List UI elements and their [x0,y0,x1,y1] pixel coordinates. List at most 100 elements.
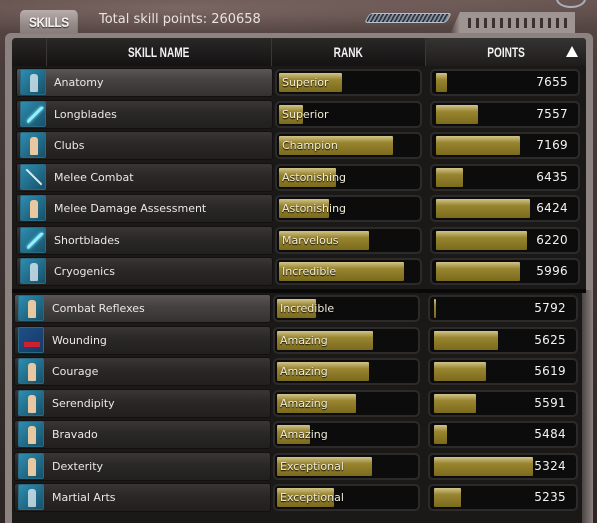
skill-name-cell[interactable]: Clubs [16,130,273,160]
tab-skills[interactable]: SKILLS [20,10,78,34]
points-cell: 6435 [430,163,580,191]
rank-label: Amazing [280,396,328,410]
points-cell: 5625 [428,326,578,354]
points-progress-bar [436,104,478,124]
skill-name: Melee Combat [54,170,134,184]
skill-name: Dexterity [52,459,104,473]
rank-cell: Amazing [273,389,420,417]
wounding-icon [18,327,44,353]
skill-name-cell[interactable]: Courage [14,356,271,386]
scrollbar-track[interactable] [582,290,593,523]
skill-name: Melee Damage Assessment [54,201,207,215]
skill-name: Clubs [54,138,85,152]
courage-icon [18,358,44,384]
damage-assessment-icon [20,195,46,221]
skill-row[interactable]: Cryogenics Incredible 5996 [16,256,580,286]
skill-name-cell[interactable]: Longblades [16,99,273,129]
header-icon-column [12,38,47,66]
points-cell: 7169 [430,131,580,159]
points-cell: 7655 [430,68,580,96]
skill-name: Anatomy [54,75,104,89]
skill-name-cell[interactable]: Martial Arts [14,482,271,512]
rank-cell: Exceptional [273,452,420,480]
sort-ascending-icon[interactable] [566,46,578,57]
rank-cell: Incredible [273,294,420,322]
rank-label: Superior [282,75,329,89]
points-cell: 6424 [430,194,580,222]
total-skill-points: Total skill points: 260658 [99,12,261,27]
rank-label: Amazing [280,364,328,378]
skill-row[interactable]: Longblades Superior 7557 [16,99,580,129]
melee-combat-icon [20,164,46,190]
skill-name-cell[interactable]: Anatomy [16,67,273,97]
skill-row[interactable]: Courage Amazing 5619 [14,356,578,386]
skill-name: Bravado [52,427,98,441]
points-value: 5996 [536,264,568,278]
rank-label: Marvelous [282,233,339,247]
points-progress-bar [436,72,448,92]
skill-name-cell[interactable]: Combat Reflexes [14,293,271,323]
rank-label: Superior [282,107,329,121]
column-header-skill-name[interactable]: SKILL NAME [47,38,272,66]
skill-row[interactable]: Anatomy Superior 7655 [16,67,580,97]
skill-row[interactable]: Bravado Amazing 5484 [14,419,578,449]
skill-row[interactable]: Wounding Amazing 5625 [14,325,578,355]
skill-name-cell[interactable]: Cryogenics [16,256,273,286]
cryogenics-icon [20,258,46,284]
rank-cell: Amazing [273,420,420,448]
decorative-grille [364,13,452,23]
skill-name: Shortblades [54,233,120,247]
skill-name: Wounding [52,333,107,347]
rank-cell: Incredible [275,257,422,285]
rank-label: Astonishing [282,170,347,184]
skill-row[interactable]: Clubs Champion 7169 [16,130,580,160]
points-value: 5591 [534,396,566,410]
skill-name-cell[interactable]: Shortblades [16,225,273,255]
rank-label: Exceptional [280,459,344,473]
rank-label: Amazing [280,427,328,441]
skill-row[interactable]: Martial Arts Exceptional 5235 [14,482,578,512]
dexterity-icon [18,453,44,479]
rank-label: Astonishing [282,201,347,215]
rank-label: Incredible [282,264,337,278]
skill-name: Cryogenics [54,264,115,278]
points-progress-bar [434,487,461,507]
skill-row[interactable]: Melee Damage Assessment Astonishing 6424 [16,193,580,223]
points-value: 6220 [536,233,568,247]
skill-name: Martial Arts [52,490,116,504]
skill-name: Combat Reflexes [52,301,145,315]
skill-row[interactable]: Shortblades Marvelous 6220 [16,225,580,255]
points-value: 7655 [536,75,568,89]
points-progress-bar [434,298,436,318]
points-cell: 5235 [428,483,578,511]
points-value: 7169 [536,138,568,152]
skill-name-cell[interactable]: Dexterity [14,451,271,481]
skill-row[interactable]: Serendipity Amazing 5591 [14,388,578,418]
skill-name-cell[interactable]: Bravado [14,419,271,449]
skill-name-cell[interactable]: Serendipity [14,388,271,418]
skill-name-cell[interactable]: Melee Damage Assessment [16,193,273,223]
bravado-icon [18,421,44,447]
rank-label: Amazing [280,333,328,347]
column-header-points[interactable]: POINTS [426,38,586,66]
skill-name-cell[interactable]: Wounding [14,325,271,355]
decorative-ridges [450,12,575,34]
rank-cell: Amazing [273,357,420,385]
skill-row[interactable]: Combat Reflexes Incredible 5792 [14,293,578,323]
points-value: 5619 [534,364,566,378]
points-progress-bar [434,456,534,476]
skill-row[interactable]: Melee Combat Astonishing 6435 [16,162,580,192]
shortblade-icon [20,227,46,253]
points-cell: 5619 [428,357,578,385]
anatomy-icon [20,69,46,95]
column-header-rank[interactable]: RANK [272,38,426,66]
rank-cell: Astonishing [275,163,422,191]
skill-row[interactable]: Dexterity Exceptional 5324 [14,451,578,481]
points-value: 5324 [534,459,566,473]
points-progress-bar [434,330,499,350]
rank-cell: Exceptional [273,483,420,511]
points-cell: 5591 [428,389,578,417]
points-progress-bar [434,361,486,381]
table-header: SKILL NAME RANK POINTS [12,38,586,66]
skill-name-cell[interactable]: Melee Combat [16,162,273,192]
